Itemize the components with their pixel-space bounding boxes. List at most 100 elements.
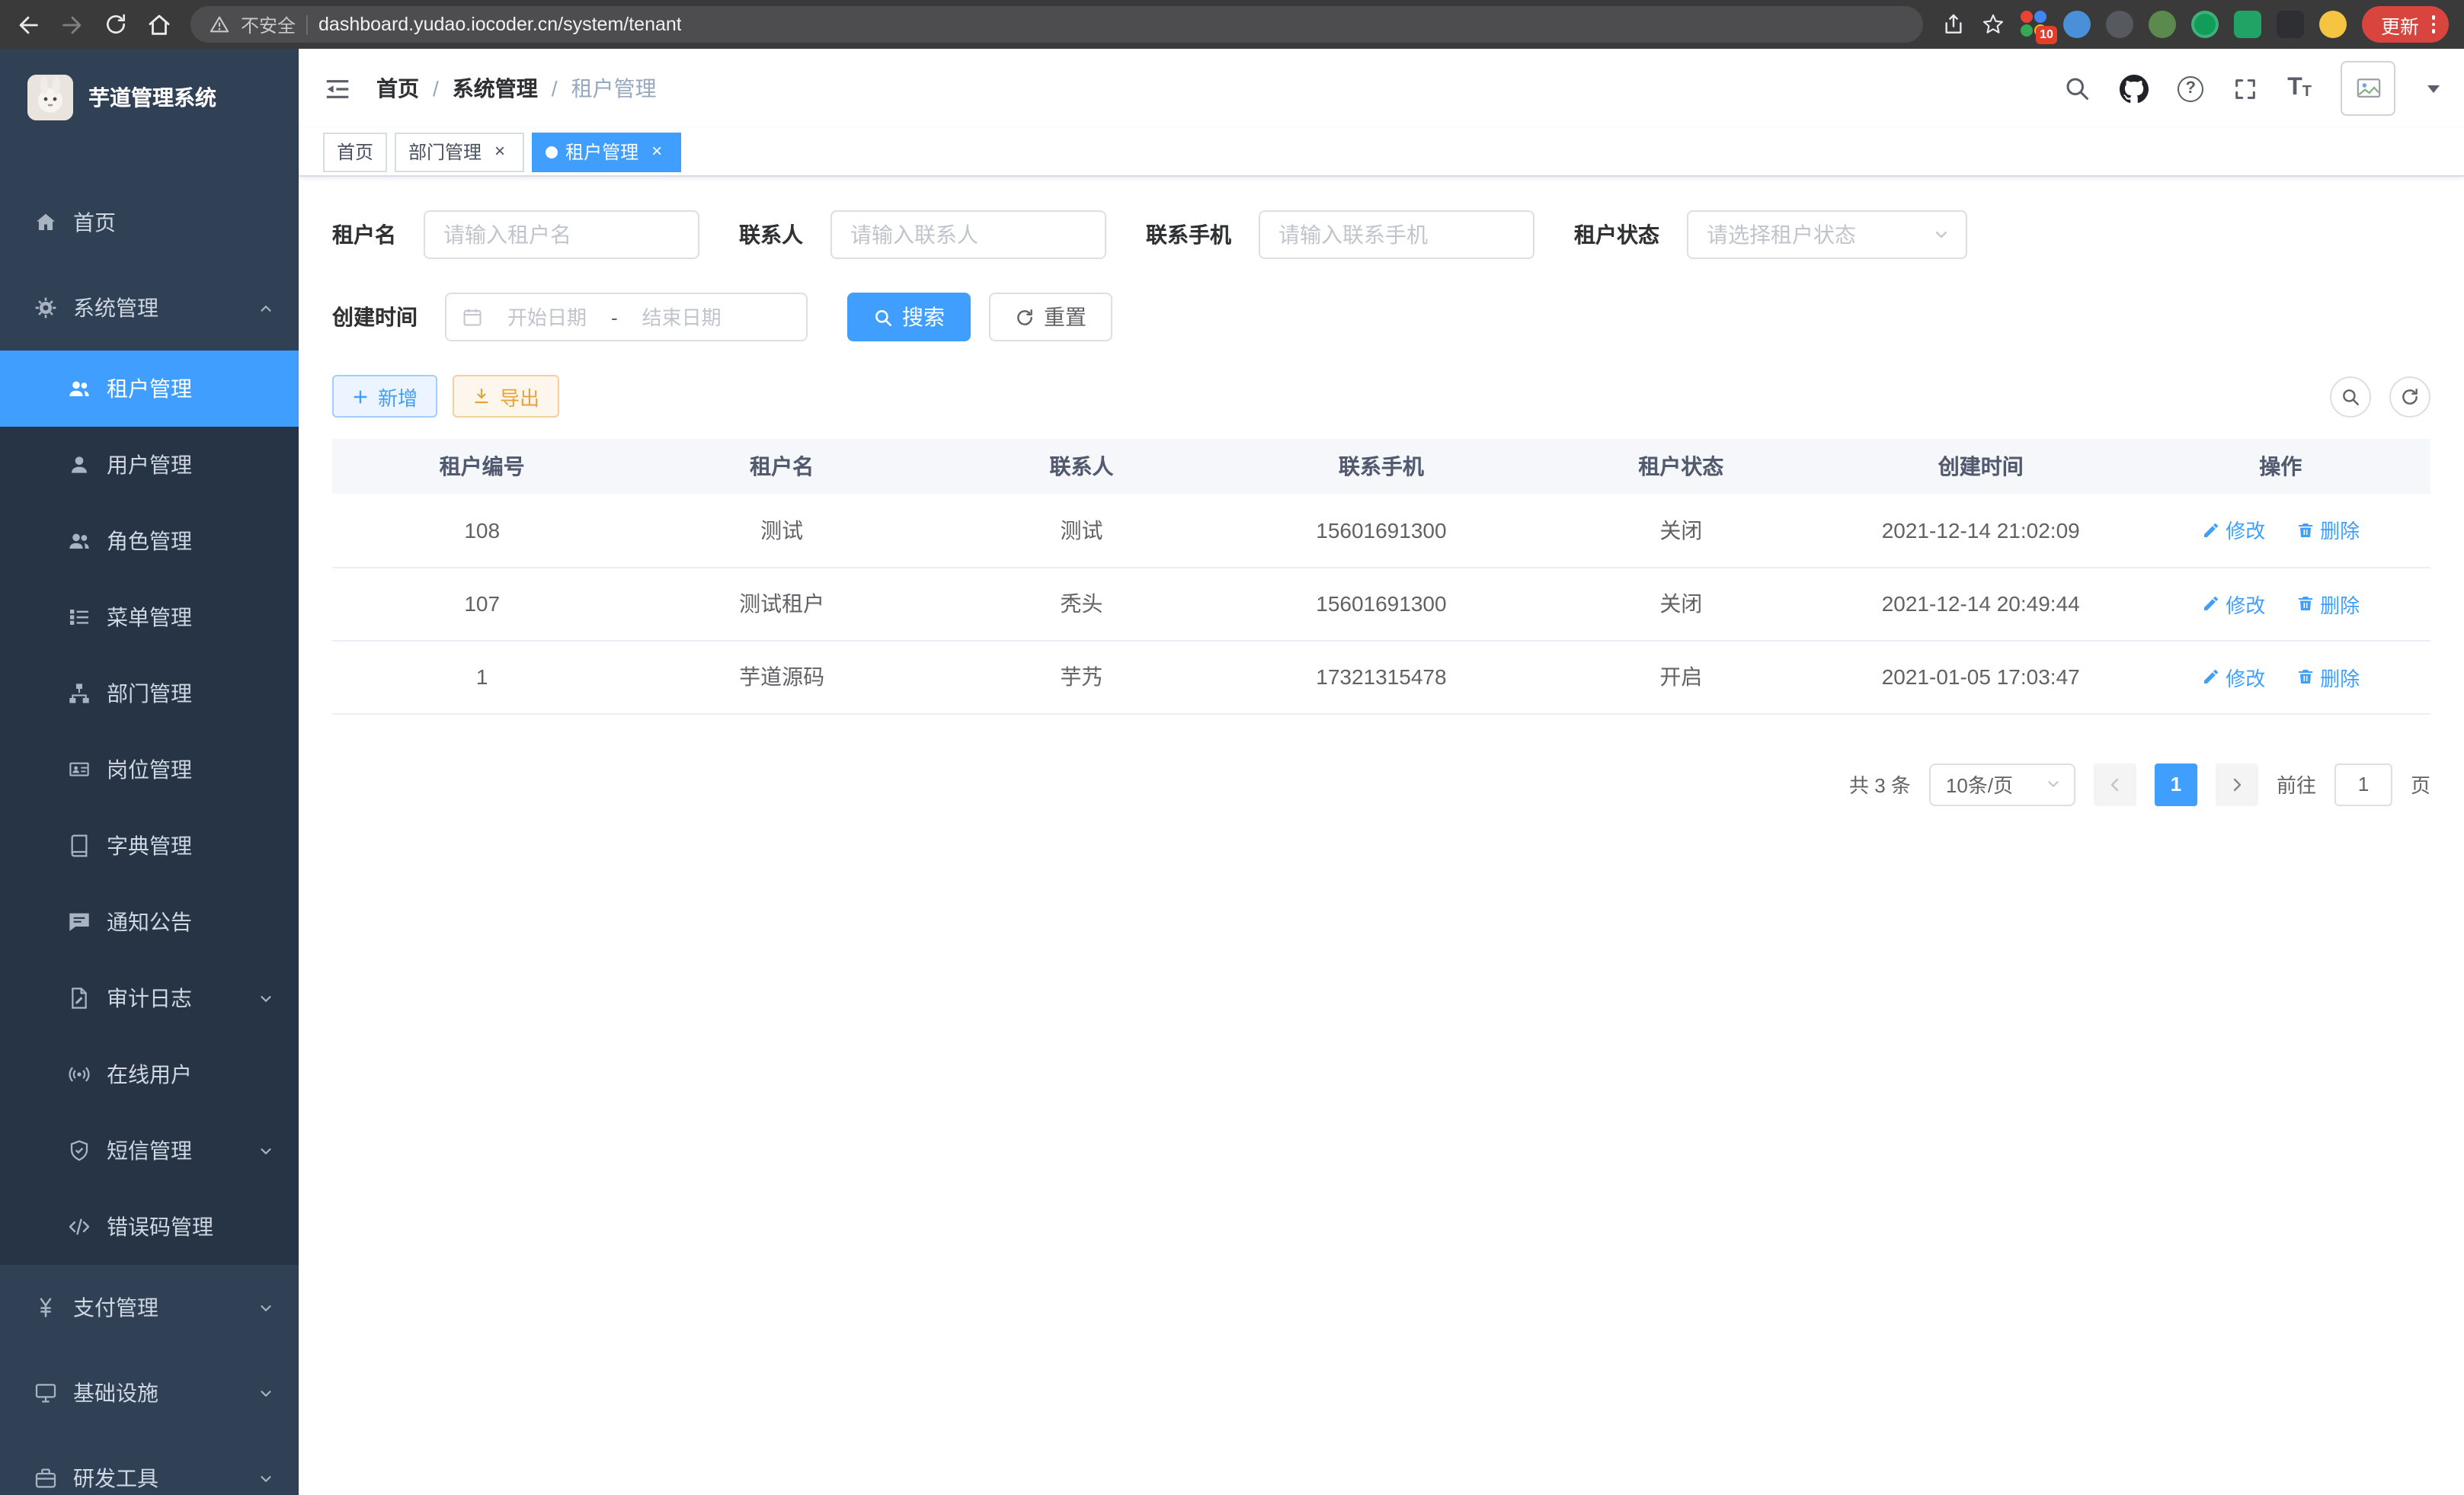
toggle-search-button[interactable] <box>2330 376 2371 417</box>
reload-icon[interactable] <box>104 12 128 37</box>
reset-button[interactable]: 重置 <box>989 293 1112 341</box>
breadcrumb-system[interactable]: 系统管理 <box>453 73 538 104</box>
extension-icon[interactable] <box>2235 11 2262 38</box>
forward-icon[interactable] <box>59 11 85 37</box>
sidebar-item-menu-management[interactable]: 菜单管理 <box>0 579 299 655</box>
sidebar-item-home[interactable]: 首页 <box>0 180 299 265</box>
edit-link[interactable]: 修改 <box>2201 662 2265 691</box>
delete-link[interactable]: 删除 <box>2296 662 2360 691</box>
next-page-button[interactable] <box>2216 763 2258 805</box>
pagination: 共 3 条 10条/页 1 前往 <box>332 763 2430 805</box>
date-range-picker[interactable]: - <box>445 293 808 341</box>
extension-icon[interactable] <box>2107 11 2134 38</box>
fullscreen-icon[interactable] <box>2232 75 2258 101</box>
home-button-icon[interactable] <box>146 11 172 37</box>
breadcrumb-home[interactable]: 首页 <box>376 73 419 104</box>
help-icon[interactable]: ? <box>2178 75 2203 101</box>
app-shell: 芋道管理系统 首页 系统管理 租户管理 <box>0 49 2464 1495</box>
collapse-sidebar-icon[interactable] <box>323 74 352 103</box>
browser-update-button[interactable]: 更新 <box>2363 6 2449 43</box>
search-icon[interactable] <box>2063 75 2091 102</box>
col-tenant-id: 租户编号 <box>332 439 632 494</box>
address-divider <box>306 14 308 34</box>
sidebar-item-notice-management[interactable]: 通知公告 <box>0 884 299 960</box>
end-date-input[interactable] <box>624 306 740 328</box>
extension-icon[interactable]: 10 <box>2021 11 2049 38</box>
toolbar-mini-actions <box>2330 376 2430 417</box>
shield-icon <box>67 1138 91 1163</box>
chevron-down-icon[interactable] <box>2427 85 2440 92</box>
sidebar-item-online-users[interactable]: 在线用户 <box>0 1036 299 1112</box>
date-separator: - <box>611 306 618 328</box>
sidebar-item-dev-tools[interactable]: 研发工具 <box>0 1436 299 1495</box>
delete-link[interactable]: 删除 <box>2296 589 2360 618</box>
extension-icon[interactable] <box>2064 11 2091 38</box>
sidebar-item-sms-management[interactable]: 短信管理 <box>0 1112 299 1189</box>
delete-link[interactable]: 删除 <box>2296 516 2360 545</box>
avatar[interactable] <box>2341 61 2395 116</box>
yen-icon <box>34 1295 58 1320</box>
chevron-down-icon <box>258 990 274 1007</box>
contact-input[interactable] <box>830 210 1106 259</box>
edit-link[interactable]: 修改 <box>2201 589 2265 618</box>
github-icon[interactable] <box>2120 74 2149 103</box>
sidebar-item-payment-management[interactable]: 支付管理 <box>0 1265 299 1350</box>
export-button[interactable]: 导出 <box>453 375 559 418</box>
page-size-select[interactable]: 10条/页 <box>1929 763 2075 805</box>
search-button[interactable]: 搜索 <box>847 293 971 341</box>
table-toolbar: 新增 导出 <box>332 375 2430 418</box>
close-icon[interactable]: × <box>646 141 667 162</box>
close-icon[interactable]: × <box>489 141 510 162</box>
contact-label: 联系人 <box>739 219 830 250</box>
plus-icon <box>352 388 369 405</box>
status-text: 关闭 <box>1531 567 1831 640</box>
menu-dots-icon[interactable] <box>2431 16 2435 34</box>
sidebar-item-dictionary-management[interactable]: 字典管理 <box>0 808 299 884</box>
bookmark-star-icon[interactable] <box>1982 12 2006 37</box>
mobile-input[interactable] <box>1259 210 1534 259</box>
page-unit-label: 页 <box>2411 770 2430 799</box>
col-contact: 联系人 <box>932 439 1231 494</box>
extension-icon[interactable] <box>2149 11 2177 38</box>
tenant-status-select[interactable]: 请选择租户状态 <box>1687 210 1967 259</box>
system-submenu: 租户管理 用户管理 角色管理 菜单管理 <box>0 351 299 1265</box>
dictionary-icon <box>67 834 91 858</box>
start-date-input[interactable] <box>489 306 605 328</box>
prev-page-button[interactable] <box>2094 763 2136 805</box>
sidebar-item-post-management[interactable]: 岗位管理 <box>0 731 299 808</box>
gear-icon <box>34 296 58 320</box>
sidebar: 芋道管理系统 首页 系统管理 租户管理 <box>0 49 299 1495</box>
edit-link[interactable]: 修改 <box>2201 516 2265 545</box>
tab-home[interactable]: 首页 <box>323 132 387 171</box>
sidebar-item-error-code-management[interactable]: 错误码管理 <box>0 1189 299 1265</box>
extension-icon[interactable] <box>2277 11 2305 38</box>
sidebar-item-user-management[interactable]: 用户管理 <box>0 427 299 503</box>
sidebar-item-department-management[interactable]: 部门管理 <box>0 655 299 731</box>
sidebar-item-audit-log[interactable]: 审计日志 <box>0 960 299 1036</box>
tab-tenant-management[interactable]: 租户管理 × <box>532 132 681 171</box>
sidebar-item-tenant-management[interactable]: 租户管理 <box>0 351 299 427</box>
extension-icon[interactable] <box>2192 11 2219 38</box>
pagination-total: 共 3 条 <box>1849 770 1911 799</box>
sidebar-item-role-management[interactable]: 角色管理 <box>0 503 299 579</box>
create-time-label: 创建时间 <box>332 302 445 332</box>
share-icon[interactable] <box>1942 12 1966 37</box>
goto-page-input[interactable] <box>2334 763 2392 805</box>
sidebar-item-system-management[interactable]: 系统管理 <box>0 265 299 351</box>
refresh-table-button[interactable] <box>2389 376 2430 417</box>
back-icon[interactable] <box>15 11 41 37</box>
extension-badge: 10 <box>2035 26 2058 44</box>
tenant-name-input[interactable] <box>424 210 699 259</box>
filter-row-1: 租户名 联系人 联系手机 租户状态 请选择租户状态 <box>332 210 2430 259</box>
font-size-icon[interactable]: TT <box>2287 76 2312 101</box>
chevron-down-icon <box>2045 776 2062 792</box>
tab-department-management[interactable]: 部门管理 × <box>395 132 524 171</box>
add-button[interactable]: 新增 <box>332 375 437 418</box>
address-bar[interactable]: 不安全 dashboard.yudao.iocoder.cn/system/te… <box>190 6 1924 43</box>
page-number-button[interactable]: 1 <box>2155 763 2197 805</box>
extension-icon[interactable] <box>2320 11 2347 38</box>
chevron-down-icon <box>1932 226 1950 244</box>
sidebar-item-infrastructure[interactable]: 基础设施 <box>0 1350 299 1436</box>
table-row: 1 芋道源码 芋艿 17321315478 开启 2021-01-05 17:0… <box>332 640 2430 713</box>
filter-contact: 联系人 <box>739 210 1106 259</box>
